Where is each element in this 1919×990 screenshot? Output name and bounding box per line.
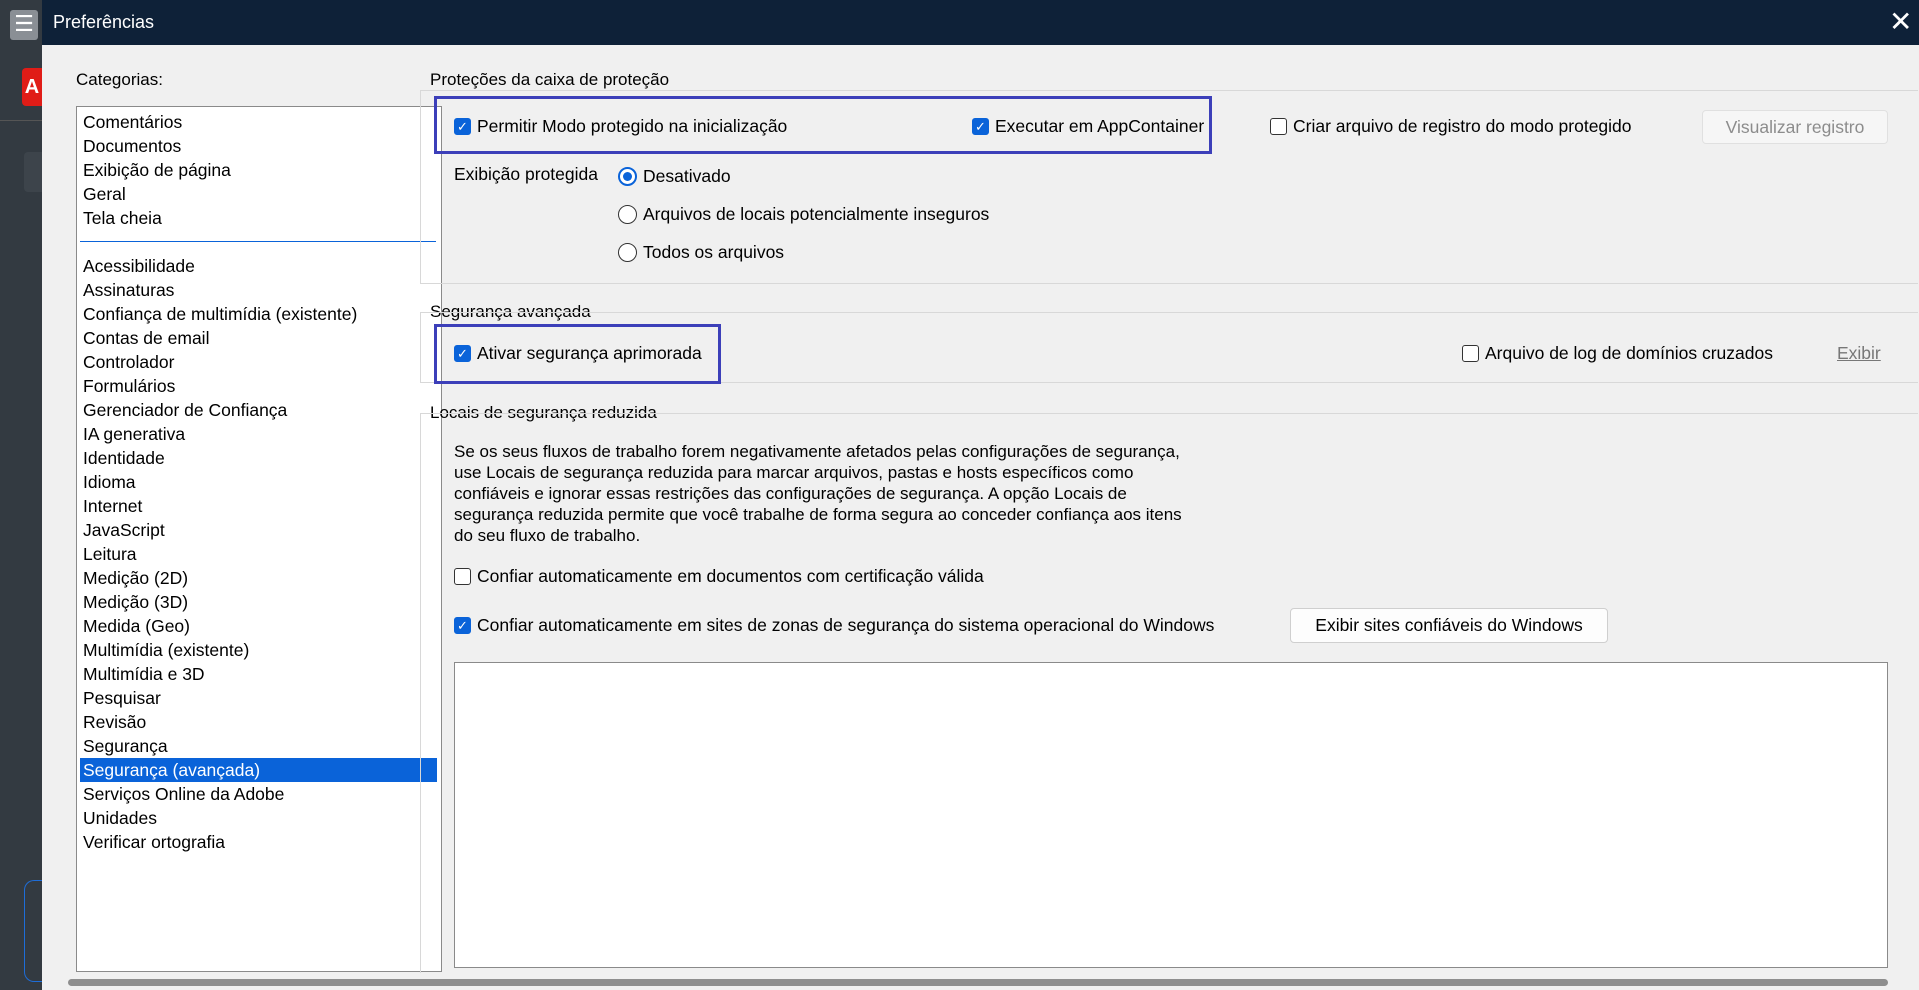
view-crossdomain-log-link[interactable]: Exibir	[1837, 343, 1881, 364]
group-border	[420, 413, 421, 973]
category-item[interactable]: Serviços Online da Adobe	[80, 782, 437, 806]
category-item[interactable]: IA generativa	[80, 422, 437, 446]
enhanced-security-checkbox[interactable]: ✓ Ativar segurança aprimorada	[454, 343, 702, 364]
checkmark-icon: ✓	[972, 118, 989, 135]
category-item[interactable]: Geral	[80, 182, 437, 206]
protected-mode-checkbox[interactable]: ✓ Permitir Modo protegido na inicializaç…	[454, 116, 787, 137]
close-icon[interactable]: ✕	[1889, 6, 1919, 38]
category-item[interactable]: Multimídia (existente)	[80, 638, 437, 662]
category-separator	[80, 241, 436, 242]
group-divider	[420, 413, 1918, 414]
background-tool-button[interactable]	[24, 152, 42, 192]
category-item[interactable]: Medição (3D)	[80, 590, 437, 614]
view-log-button[interactable]: Visualizar registro	[1702, 110, 1888, 144]
menu-icon[interactable]: ☰	[10, 10, 38, 40]
category-item[interactable]: Comentários	[80, 110, 437, 134]
group-border	[420, 90, 421, 283]
category-item[interactable]: Revisão	[80, 710, 437, 734]
checkmark-icon: ✓	[454, 345, 471, 362]
appcontainer-checkbox[interactable]: ✓ Executar em AppContainer	[972, 116, 1204, 137]
window-title: Preferências	[53, 12, 155, 32]
view-windows-trusted-sites-button[interactable]: Exibir sites confiáveis do Windows	[1290, 608, 1608, 643]
category-item[interactable]: Segurança	[80, 734, 437, 758]
protected-view-radio-all[interactable]: Todos os arquivos	[618, 242, 784, 263]
categories-list[interactable]: Comentários Documentos Exibição de págin…	[76, 106, 442, 972]
privileged-description: Se os seus fluxos de trabalho forem nega…	[454, 442, 1182, 545]
category-item[interactable]: Pesquisar	[80, 686, 437, 710]
checkmark-icon: ✓	[454, 118, 471, 135]
group-divider	[420, 90, 1918, 91]
background-panel-button[interactable]	[24, 880, 43, 982]
category-item[interactable]: Leitura	[80, 542, 437, 566]
radio-selected-icon	[618, 167, 637, 186]
trust-certified-checkbox[interactable]: Confiar automaticamente em documentos co…	[454, 566, 984, 587]
checkmark-icon: ✓	[454, 617, 471, 634]
category-item[interactable]: Exibição de página	[80, 158, 437, 182]
category-item[interactable]: Tela cheia	[80, 206, 437, 230]
category-item[interactable]: JavaScript	[80, 518, 437, 542]
group-divider	[420, 312, 1918, 313]
category-item[interactable]: Confiança de multimídia (existente)	[80, 302, 437, 326]
protected-view-radio-off[interactable]: Desativado	[618, 166, 731, 187]
protected-view-label: Exibição protegida	[454, 164, 598, 184]
category-item[interactable]: Acessibilidade	[80, 254, 437, 278]
protected-mode-log-checkbox[interactable]: Criar arquivo de registro do modo proteg…	[1270, 116, 1632, 137]
horizontal-scrollbar[interactable]	[68, 979, 1888, 986]
category-item[interactable]: Gerenciador de Confiança	[80, 398, 437, 422]
category-item[interactable]: Controlador	[80, 350, 437, 374]
radio-empty-icon	[618, 243, 637, 262]
sandbox-group-title: Proteções da caixa de proteção	[430, 70, 670, 89]
crossdomain-log-checkbox[interactable]: Arquivo de log de domínios cruzados	[1462, 343, 1773, 364]
category-item[interactable]: Identidade	[80, 446, 437, 470]
checkbox-empty-icon	[454, 568, 471, 585]
group-border	[420, 312, 421, 382]
category-item[interactable]: Assinaturas	[80, 278, 437, 302]
checkbox-empty-icon	[1270, 118, 1287, 135]
category-item[interactable]: Idioma	[80, 470, 437, 494]
category-item[interactable]: Internet	[80, 494, 437, 518]
trust-os-zones-checkbox[interactable]: ✓ Confiar automaticamente em sites de zo…	[454, 615, 1214, 636]
background-app: ☰ A	[0, 0, 43, 990]
category-item[interactable]: Verificar ortografia	[80, 830, 437, 854]
category-item[interactable]: Documentos	[80, 134, 437, 158]
group-divider	[420, 283, 1918, 284]
category-item[interactable]: Medição (2D)	[80, 566, 437, 590]
category-item-selected[interactable]: Segurança (avançada)	[80, 758, 437, 782]
categories-label: Categorias:	[76, 70, 163, 89]
category-item[interactable]: Contas de email	[80, 326, 437, 350]
category-item[interactable]: Multimídia e 3D	[80, 662, 437, 686]
acrobat-logo-icon: A	[22, 68, 42, 106]
background-divider	[0, 120, 42, 121]
category-item[interactable]: Formulários	[80, 374, 437, 398]
checkbox-empty-icon	[1462, 345, 1479, 362]
title-bar: Preferências ✕	[42, 0, 1919, 45]
category-item[interactable]: Unidades	[80, 806, 437, 830]
radio-empty-icon	[618, 205, 637, 224]
protected-view-radio-unsafe[interactable]: Arquivos de locais potencialmente insegu…	[618, 204, 989, 225]
privileged-locations-list[interactable]	[454, 662, 1888, 968]
preferences-dialog: Preferências ✕ Categorias: Comentários D…	[42, 0, 1919, 990]
category-item[interactable]: Medida (Geo)	[80, 614, 437, 638]
